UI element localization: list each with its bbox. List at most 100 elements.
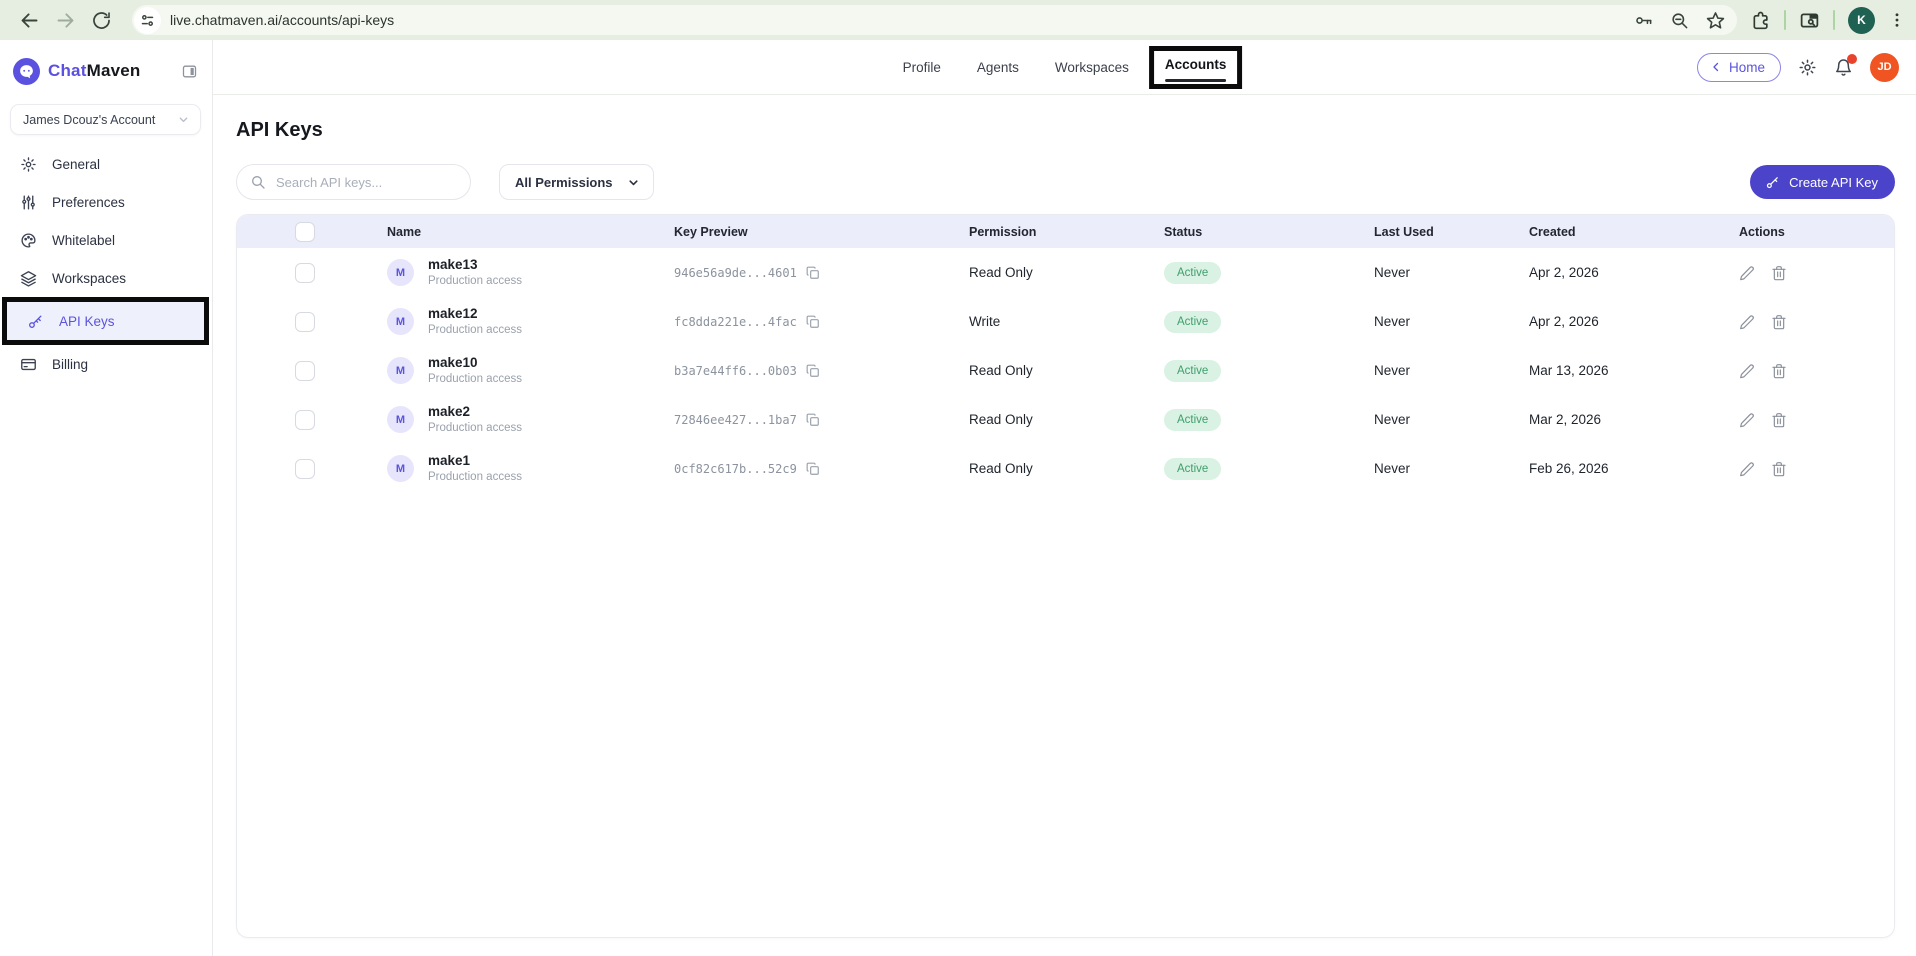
create-api-key-label: Create API Key — [1789, 175, 1878, 190]
back-icon[interactable] — [14, 5, 44, 35]
tab-profile[interactable]: Profile — [903, 54, 941, 81]
user-avatar[interactable]: JD — [1870, 53, 1899, 82]
delete-icon[interactable] — [1771, 412, 1787, 428]
key-name: make1 — [428, 454, 522, 469]
permission-value: Read Only — [969, 363, 1164, 378]
create-api-key-button[interactable]: Create API Key — [1750, 165, 1895, 199]
edit-icon[interactable] — [1739, 314, 1755, 330]
zoom-out-icon[interactable] — [1670, 11, 1689, 30]
copy-icon[interactable] — [806, 462, 820, 476]
sidebar-item-api-keys[interactable]: API Keys — [7, 302, 204, 340]
browser-menu-icon[interactable] — [1888, 11, 1906, 29]
sidebar-collapse-icon[interactable] — [181, 63, 198, 80]
header-name: Name — [349, 225, 639, 239]
sidebar-item-general[interactable]: General — [0, 145, 212, 183]
row-checkbox[interactable] — [295, 263, 315, 283]
forward-icon[interactable] — [50, 5, 80, 35]
created-value: Feb 26, 2026 — [1529, 461, 1714, 476]
row-checkbox[interactable] — [295, 361, 315, 381]
created-value: Mar 2, 2026 — [1529, 412, 1714, 427]
sidebar-item-preferences[interactable]: Preferences — [0, 183, 212, 221]
browser-profile-avatar[interactable]: K — [1848, 7, 1875, 34]
edit-icon[interactable] — [1739, 461, 1755, 477]
sidebar-item-label: Preferences — [52, 195, 125, 210]
table-body: M make13 Production access 946e56a9de...… — [237, 248, 1894, 493]
delete-icon[interactable] — [1771, 314, 1787, 330]
key-subtitle: Production access — [428, 324, 522, 336]
row-checkbox[interactable] — [295, 459, 315, 479]
gear-icon — [20, 156, 37, 173]
last-used-value: Never — [1354, 363, 1529, 378]
key-avatar: M — [387, 357, 414, 384]
table-row: M make1 Production access 0cf82c617b...5… — [237, 444, 1894, 493]
edit-icon[interactable] — [1739, 363, 1755, 379]
key-icon — [1765, 175, 1780, 190]
created-value: Apr 2, 2026 — [1529, 314, 1714, 329]
key-icon — [27, 313, 44, 330]
tab-accounts-label: Accounts — [1165, 57, 1227, 72]
url-text[interactable]: live.chatmaven.ai/accounts/api-keys — [170, 12, 1622, 28]
key-preview-value: fc8dda221e...4fac — [674, 315, 797, 329]
sidebar: ChatMaven James Dcouz's Account General — [0, 40, 213, 956]
edit-icon[interactable] — [1739, 265, 1755, 281]
copy-icon[interactable] — [806, 266, 820, 280]
sidebar-item-billing[interactable]: Billing — [0, 345, 212, 383]
sidebar-item-whitelabel[interactable]: Whitelabel — [0, 221, 212, 259]
header-key-preview: Key Preview — [639, 225, 969, 239]
select-all-checkbox[interactable] — [295, 222, 315, 242]
brand-name: ChatMaven — [48, 61, 141, 81]
tab-accounts[interactable]: Accounts — [1165, 51, 1227, 82]
key-preview-value: 0cf82c617b...52c9 — [674, 462, 797, 476]
permission-value: Read Only — [969, 461, 1164, 476]
sidebar-nav: General Preferences Whitelabel Workspace… — [0, 145, 212, 383]
copy-icon[interactable] — [806, 413, 820, 427]
extensions-puzzle-icon[interactable] — [1751, 10, 1771, 30]
url-bar[interactable]: live.chatmaven.ai/accounts/api-keys — [132, 5, 1737, 35]
bookmark-star-icon[interactable] — [1706, 11, 1725, 30]
password-key-icon[interactable] — [1634, 11, 1653, 30]
sidebar-item-label: Whitelabel — [52, 233, 115, 248]
permission-filter-value: All Permissions — [515, 175, 613, 190]
key-subtitle: Production access — [428, 422, 522, 434]
key-subtitle: Production access — [428, 471, 522, 483]
top-navbar: Profile Agents Workspaces Accounts Home — [213, 40, 1916, 95]
created-value: Apr 2, 2026 — [1529, 265, 1714, 280]
last-used-value: Never — [1354, 314, 1529, 329]
notifications-bell-icon[interactable] — [1834, 58, 1853, 77]
notification-dot — [1847, 54, 1857, 64]
table-row: M make2 Production access 72846ee427...1… — [237, 395, 1894, 444]
site-settings-icon[interactable] — [134, 7, 161, 34]
key-name: make2 — [428, 405, 522, 420]
permission-filter-select[interactable]: All Permissions — [499, 164, 654, 200]
row-checkbox[interactable] — [295, 312, 315, 332]
sliders-icon — [20, 194, 37, 211]
table-row: M make12 Production access fc8dda221e...… — [237, 297, 1894, 346]
chevron-down-icon — [627, 176, 640, 189]
row-checkbox[interactable] — [295, 410, 315, 430]
delete-icon[interactable] — [1771, 265, 1787, 281]
tab-search-icon[interactable] — [1799, 10, 1820, 31]
tab-workspaces[interactable]: Workspaces — [1055, 54, 1129, 81]
account-selector[interactable]: James Dcouz's Account — [10, 104, 201, 135]
sidebar-item-label: Workspaces — [52, 271, 126, 286]
header-actions: Actions — [1714, 225, 1894, 239]
tab-agents[interactable]: Agents — [977, 54, 1019, 81]
search-input[interactable] — [276, 175, 458, 190]
reload-icon[interactable] — [86, 5, 116, 35]
page-title: API Keys — [236, 119, 1895, 142]
table-row: M make10 Production access b3a7e44ff6...… — [237, 346, 1894, 395]
key-subtitle: Production access — [428, 275, 522, 287]
settings-gear-icon[interactable] — [1798, 58, 1817, 77]
toolbar-divider — [1784, 10, 1786, 30]
home-button[interactable]: Home — [1697, 53, 1781, 82]
sidebar-item-workspaces[interactable]: Workspaces — [0, 259, 212, 297]
copy-icon[interactable] — [806, 364, 820, 378]
key-avatar: M — [387, 259, 414, 286]
copy-icon[interactable] — [806, 315, 820, 329]
status-badge: Active — [1164, 409, 1221, 431]
delete-icon[interactable] — [1771, 461, 1787, 477]
chatmaven-logo-icon — [13, 58, 40, 85]
home-button-label: Home — [1729, 60, 1765, 75]
edit-icon[interactable] — [1739, 412, 1755, 428]
delete-icon[interactable] — [1771, 363, 1787, 379]
